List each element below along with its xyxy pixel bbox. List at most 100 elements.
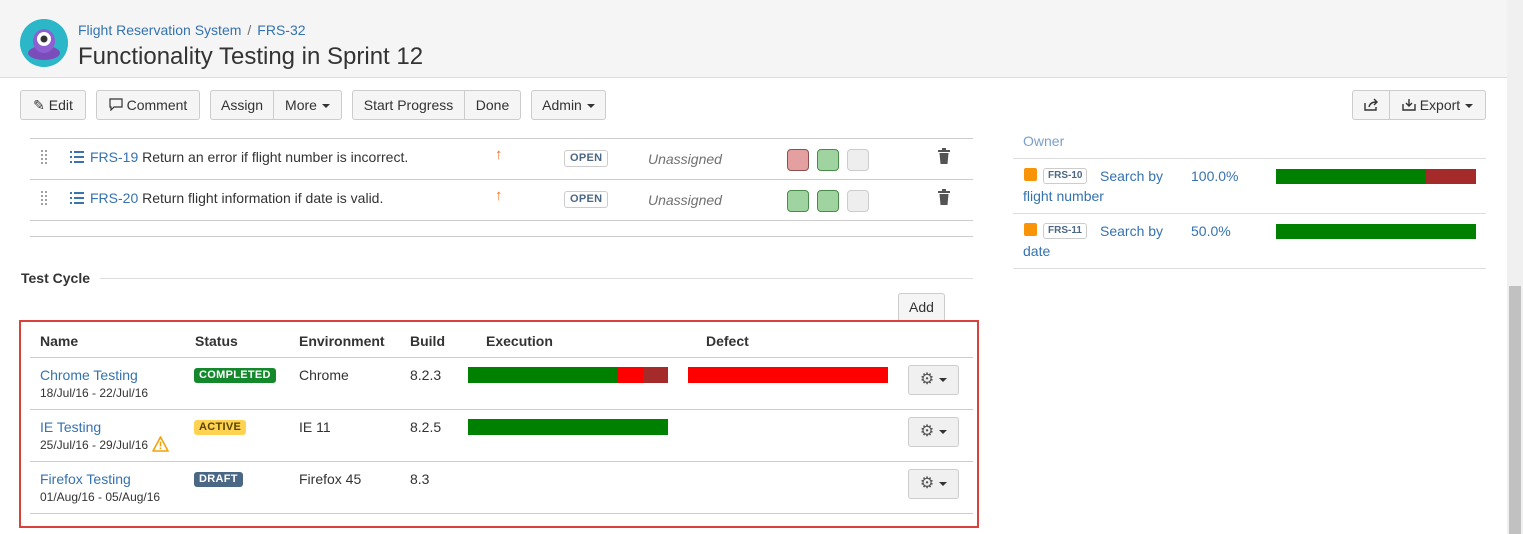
export-button[interactable]: Export (1389, 90, 1486, 120)
issue-summary: FRS-20 Return flight information if date… (90, 190, 383, 206)
column-header-execution: Execution (486, 333, 553, 349)
environment: Chrome (299, 367, 349, 383)
issue-summary-text: Return flight information if date is val… (142, 190, 384, 206)
cycle-name-link[interactable]: Chrome Testing (40, 367, 138, 383)
issue-row: FRS-20 Return flight information if date… (30, 180, 973, 221)
coverage-bar-segment (1276, 169, 1426, 184)
requirement-row: FRS-10 Search by flight number 100.0% (1013, 158, 1486, 213)
trash-icon[interactable] (937, 148, 951, 164)
priority-arrow-up-icon: ↑ (495, 187, 503, 204)
assign-button[interactable]: Assign (210, 90, 274, 120)
column-header-build: Build (410, 333, 445, 349)
done-button[interactable]: Done (464, 90, 521, 120)
divider (100, 278, 973, 279)
environment: IE 11 (299, 419, 331, 435)
execution-bar-segment (643, 367, 668, 383)
table-header: Name Status Environment Build Execution … (30, 328, 973, 358)
export-label: Export (1419, 97, 1461, 113)
breadcrumb-issue-link[interactable]: FRS-32 (257, 22, 305, 38)
comment-icon (109, 97, 127, 113)
column-header-defect: Defect (706, 333, 749, 349)
test-result-pass (817, 149, 839, 171)
add-button[interactable]: Add (898, 293, 945, 322)
coverage-percent: 50.0% (1191, 223, 1231, 239)
assignee: Unassigned (648, 192, 722, 208)
test-result-pass (817, 190, 839, 212)
requirement-title-link[interactable]: Search by date (1023, 221, 1183, 261)
chevron-down-icon (1465, 104, 1474, 109)
execution-progress-bar (468, 471, 668, 487)
breadcrumb-separator: / (247, 22, 252, 38)
chevron-down-icon (321, 104, 330, 109)
edit-label: Edit (48, 97, 73, 113)
gear-icon: ⚙ (919, 423, 935, 440)
share-button[interactable] (1352, 90, 1390, 120)
start-progress-button[interactable]: Start Progress (352, 90, 465, 120)
status-badge: OPEN (564, 191, 609, 208)
more-button[interactable]: More (273, 90, 342, 120)
chevron-down-icon (939, 429, 948, 434)
defect-bar-segment (688, 367, 888, 383)
status-badge: COMPLETED (194, 368, 276, 383)
drag-handle-icon[interactable] (40, 149, 48, 165)
export-icon (1402, 97, 1420, 113)
issue-key-link[interactable]: FRS-20 (90, 190, 138, 206)
chevron-down-icon (586, 104, 595, 109)
cycle-dates: 01/Aug/16 - 05/Aug/16 (40, 490, 161, 504)
issue-header: Flight Reservation System / FRS-32 Functio… (0, 0, 1507, 78)
status-badge: DRAFT (194, 472, 243, 487)
coverage-progress-bar (1276, 169, 1476, 184)
page-title: Functionality Testing in Sprint 12 (78, 43, 424, 70)
divider (30, 236, 973, 237)
pencil-icon: ✎ (33, 97, 45, 113)
test-result-unexecuted (847, 190, 869, 212)
issue-key-link[interactable]: FRS-19 (90, 149, 138, 165)
cycle-actions-button[interactable]: ⚙ (908, 365, 959, 395)
execution-bar-segment (468, 367, 618, 383)
comment-label: Comment (126, 97, 188, 113)
issue-summary-text: Return an error if flight number is inco… (142, 149, 409, 165)
breadcrumb: Flight Reservation System / FRS-32 (78, 22, 306, 38)
issue-row: FRS-19 Return an error if flight number … (30, 139, 973, 180)
cycle-actions-button[interactable]: ⚙ (908, 417, 959, 447)
coverage-bar-segment (1276, 224, 1476, 239)
defect-progress-bar (688, 471, 888, 487)
drag-handle-icon[interactable] (40, 190, 48, 206)
issue-summary: FRS-19 Return an error if flight number … (90, 149, 408, 165)
edit-button[interactable]: ✎ Edit (20, 90, 86, 120)
priority-arrow-up-icon: ↑ (495, 146, 503, 163)
defect-progress-bar (688, 419, 888, 435)
more-label: More (285, 97, 317, 113)
cycle-name-link[interactable]: IE Testing (40, 419, 101, 435)
comment-button[interactable]: Comment (96, 90, 200, 120)
defect-progress-bar (688, 367, 888, 383)
column-header-environment: Environment (299, 333, 385, 349)
gear-icon: ⚙ (919, 475, 935, 492)
cycle-dates: 18/Jul/16 - 22/Jul/16 (40, 386, 149, 400)
admin-label: Admin (542, 97, 582, 113)
environment: Firefox 45 (299, 471, 362, 487)
project-avatar[interactable] (20, 19, 68, 67)
test-result-fail (787, 149, 809, 171)
cycle-actions-button[interactable]: ⚙ (908, 469, 959, 499)
test-result-pass (787, 190, 809, 212)
coverage-bar-segment (1426, 169, 1476, 184)
test-issue-icon (70, 192, 84, 204)
column-header-status: Status (195, 333, 238, 349)
execution-bar-segment (618, 367, 643, 383)
breadcrumb-project-link[interactable]: Flight Reservation System (78, 22, 241, 38)
table-row: Firefox Testing 01/Aug/16 - 05/Aug/16 DR… (30, 462, 973, 514)
admin-button[interactable]: Admin (531, 90, 606, 120)
coverage-percent: 100.0% (1191, 168, 1239, 184)
requirement-title-link[interactable]: Search by flight number (1023, 166, 1183, 206)
cycle-name-link[interactable]: Firefox Testing (40, 471, 131, 487)
execution-progress-bar (468, 419, 668, 435)
chevron-down-icon (939, 377, 948, 382)
chevron-down-icon (939, 481, 948, 486)
column-header-name: Name (40, 333, 79, 349)
trash-icon[interactable] (937, 189, 951, 205)
build: 8.2.3 (410, 367, 442, 383)
execution-bar-segment (468, 419, 668, 435)
scrollbar-thumb[interactable] (1509, 286, 1521, 534)
requirement-row: FRS-11 Search by date 50.0% (1013, 213, 1486, 268)
